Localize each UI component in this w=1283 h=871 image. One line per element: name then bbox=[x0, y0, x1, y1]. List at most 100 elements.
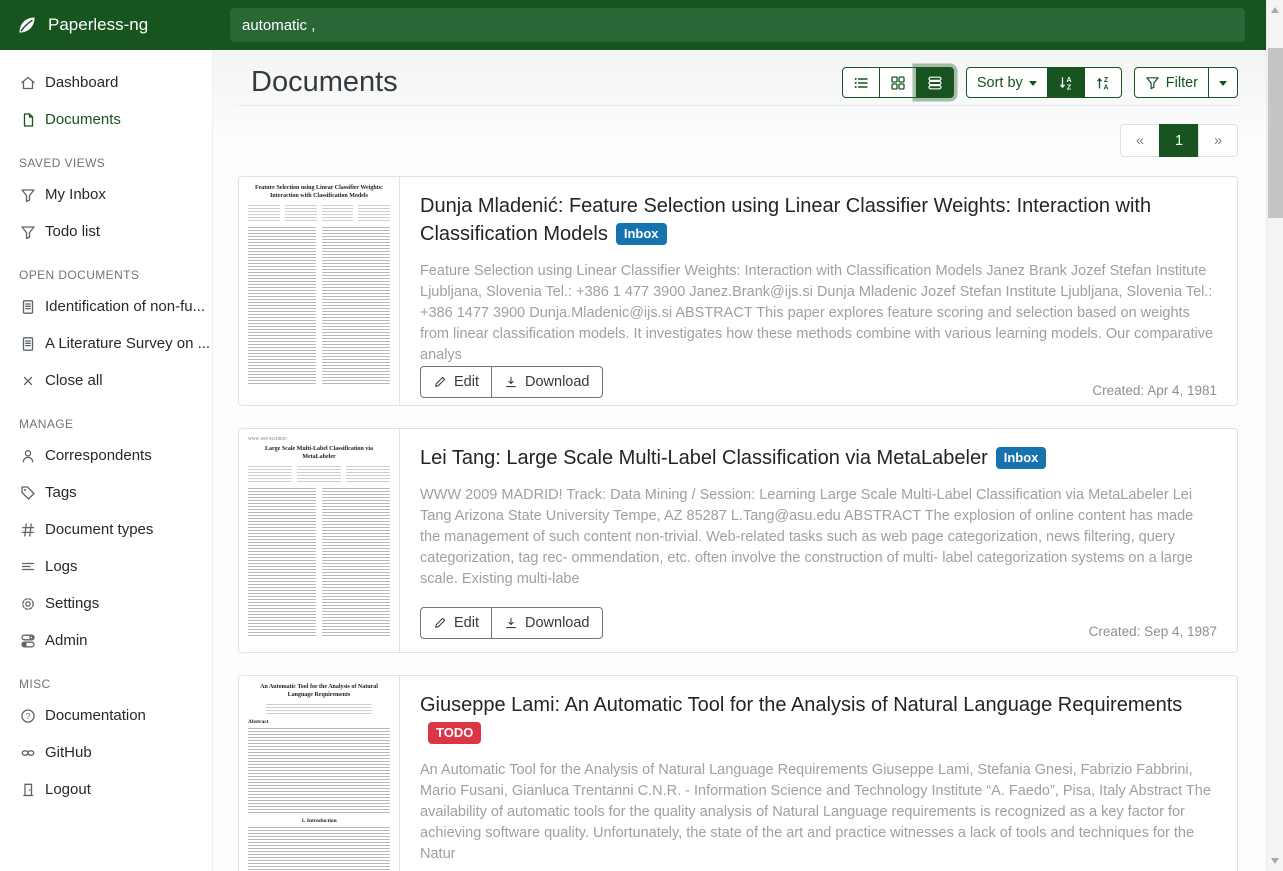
sidebar-item-todo-list[interactable]: Todo list bbox=[0, 213, 212, 250]
pagination-next-button[interactable]: » bbox=[1198, 124, 1238, 157]
sidebar-item-admin[interactable]: Admin bbox=[0, 622, 212, 659]
created-date: Created: Sep 4, 1987 bbox=[1089, 624, 1217, 639]
page-title: Documents bbox=[251, 66, 398, 99]
documents-icon bbox=[20, 112, 36, 128]
edit-label: Edit bbox=[454, 374, 479, 390]
svg-text:?: ? bbox=[26, 712, 31, 721]
sidebar-item-logs[interactable]: Logs bbox=[0, 548, 212, 585]
view-detail-button[interactable] bbox=[916, 67, 954, 98]
sidebar-item-dashboard[interactable]: Dashboard bbox=[0, 64, 212, 101]
sidebar-item-close-all[interactable]: Close all bbox=[0, 362, 212, 399]
document-thumbnail[interactable]: An Automatic Tool for the Analysis of Na… bbox=[239, 676, 400, 871]
tag-badge-inbox[interactable]: Inbox bbox=[616, 223, 667, 245]
thumbnail-intro-label: 1. Introduction bbox=[248, 818, 390, 824]
download-label: Download bbox=[525, 615, 590, 631]
edit-button[interactable]: Edit bbox=[420, 607, 492, 639]
document-title[interactable]: Dunja Mladenić: Feature Selection using … bbox=[420, 192, 1217, 248]
document-actions: Edit Download bbox=[420, 607, 603, 639]
document-thumbnail[interactable]: WWW 2009 MADRID! Large Scale Multi-Label… bbox=[239, 429, 400, 652]
sidebar-item-tags[interactable]: Tags bbox=[0, 474, 212, 511]
document-card-body: Dunja Mladenić: Feature Selection using … bbox=[400, 177, 1237, 405]
toggles-icon bbox=[20, 633, 36, 649]
sidebar-item-label: Tags bbox=[45, 484, 77, 501]
view-list-button[interactable] bbox=[842, 67, 880, 98]
thumb-text-lines bbox=[248, 488, 390, 638]
sidebar-item-documents[interactable]: Documents bbox=[0, 101, 212, 138]
sidebar-item-open-doc-2[interactable]: A Literature Survey on ... bbox=[0, 325, 212, 362]
svg-text:A: A bbox=[1066, 77, 1071, 84]
edit-button[interactable]: Edit bbox=[420, 366, 492, 398]
text-lines-icon bbox=[20, 559, 36, 575]
sidebar-item-label: GitHub bbox=[45, 744, 92, 761]
thumbnail-title: Large Scale Multi-Label Classification v… bbox=[248, 445, 390, 461]
sidebar-item-label: Admin bbox=[45, 632, 88, 649]
file-text-icon bbox=[20, 299, 36, 315]
sidebar-item-label: Todo list bbox=[45, 223, 100, 240]
toolbar: Sort by A Z Z A bbox=[842, 67, 1238, 98]
sidebar-item-my-inbox[interactable]: My Inbox bbox=[0, 176, 212, 213]
filter-label: Filter bbox=[1166, 75, 1198, 91]
document-title[interactable]: Lei Tang: Large Scale Multi-Label Classi… bbox=[420, 444, 1217, 472]
sort-by-button[interactable]: Sort by bbox=[966, 67, 1048, 98]
sidebar-item-settings[interactable]: Settings bbox=[0, 585, 212, 622]
document-title[interactable]: Giuseppe Lami: An Automatic Tool for the… bbox=[420, 691, 1217, 747]
sidebar-item-label: Dashboard bbox=[45, 74, 118, 91]
tag-badge-todo[interactable]: TODO bbox=[428, 722, 481, 744]
brand[interactable]: Paperless-ng bbox=[0, 14, 213, 36]
sort-asc-button[interactable]: A Z bbox=[1047, 67, 1085, 98]
sidebar-item-label: Settings bbox=[45, 595, 99, 612]
sidebar-item-open-doc-1[interactable]: Identification of non-fu... bbox=[0, 288, 212, 325]
pagination-prev-button[interactable]: « bbox=[1120, 124, 1160, 157]
scrollbar-thumb[interactable] bbox=[1268, 48, 1283, 218]
scroll-down-arrow-icon[interactable] bbox=[1271, 858, 1279, 864]
filter-dropdown-button[interactable] bbox=[1208, 67, 1238, 98]
page-header: Documents bbox=[238, 50, 1238, 106]
vertical-scrollbar[interactable] bbox=[1266, 0, 1283, 871]
document-actions: Edit Download bbox=[420, 366, 603, 398]
sidebar-item-document-types[interactable]: Document types bbox=[0, 511, 212, 548]
filter-icon bbox=[20, 187, 36, 203]
grid-view-icon bbox=[890, 75, 906, 91]
document-description: WWW 2009 MADRID! Track: Data Mining / Se… bbox=[420, 485, 1217, 590]
sidebar-item-logout[interactable]: Logout bbox=[0, 771, 212, 808]
sidebar-item-label: Logout bbox=[45, 781, 91, 798]
svg-text:Z: Z bbox=[1104, 77, 1109, 84]
link-icon bbox=[20, 745, 36, 761]
sidebar-item-label: A Literature Survey on ... bbox=[45, 335, 210, 352]
door-icon bbox=[20, 782, 36, 798]
download-button[interactable]: Download bbox=[491, 607, 603, 639]
tag-badge-inbox[interactable]: Inbox bbox=[996, 447, 1047, 469]
brand-name: Paperless-ng bbox=[48, 15, 148, 35]
pencil-icon bbox=[433, 375, 447, 389]
filter-button[interactable]: Filter bbox=[1134, 67, 1209, 98]
sidebar-item-label: Logs bbox=[45, 558, 78, 575]
sort-desc-button[interactable]: Z A bbox=[1084, 67, 1122, 98]
thumb-authors-lines bbox=[266, 704, 372, 714]
document-list: Feature Selection using Linear Classifie… bbox=[238, 176, 1238, 871]
download-icon bbox=[504, 375, 518, 389]
thumb-authors-lines bbox=[248, 205, 390, 221]
pagination-page-1-button[interactable]: 1 bbox=[1159, 124, 1199, 157]
thumbnail-header-left: WWW 2009 MADRID! bbox=[248, 436, 287, 441]
scroll-up-arrow-icon[interactable] bbox=[1271, 7, 1279, 13]
sidebar-item-label: Close all bbox=[45, 372, 103, 389]
document-card-footer: Edit Download Created: Sep 4, 1987 bbox=[420, 607, 1217, 639]
sidebar-item-label: Identification of non-fu... bbox=[45, 298, 205, 315]
close-icon bbox=[20, 373, 36, 389]
document-thumbnail[interactable]: Feature Selection using Linear Classifie… bbox=[239, 177, 400, 405]
sidebar-item-correspondents[interactable]: Correspondents bbox=[0, 437, 212, 474]
thumb-text-lines bbox=[248, 728, 390, 814]
thumbnail-header: WWW 2009 MADRID! bbox=[248, 436, 390, 441]
document-card: An Automatic Tool for the Analysis of Na… bbox=[238, 675, 1238, 871]
sort-group: Sort by A Z Z A bbox=[966, 67, 1122, 98]
view-grid-button[interactable] bbox=[879, 67, 917, 98]
caret-down-icon bbox=[1219, 81, 1227, 86]
pagination: « 1 » bbox=[238, 124, 1238, 157]
document-card-footer: Edit Download Created: Apr 4, 1981 bbox=[420, 366, 1217, 398]
thumbnail-abstract-label: Abstract bbox=[248, 719, 390, 725]
filter-icon bbox=[1145, 75, 1160, 90]
sidebar-item-github[interactable]: GitHub bbox=[0, 734, 212, 771]
download-button[interactable]: Download bbox=[491, 366, 603, 398]
search-input[interactable] bbox=[230, 8, 1245, 42]
sidebar-item-documentation[interactable]: ? Documentation bbox=[0, 697, 212, 734]
